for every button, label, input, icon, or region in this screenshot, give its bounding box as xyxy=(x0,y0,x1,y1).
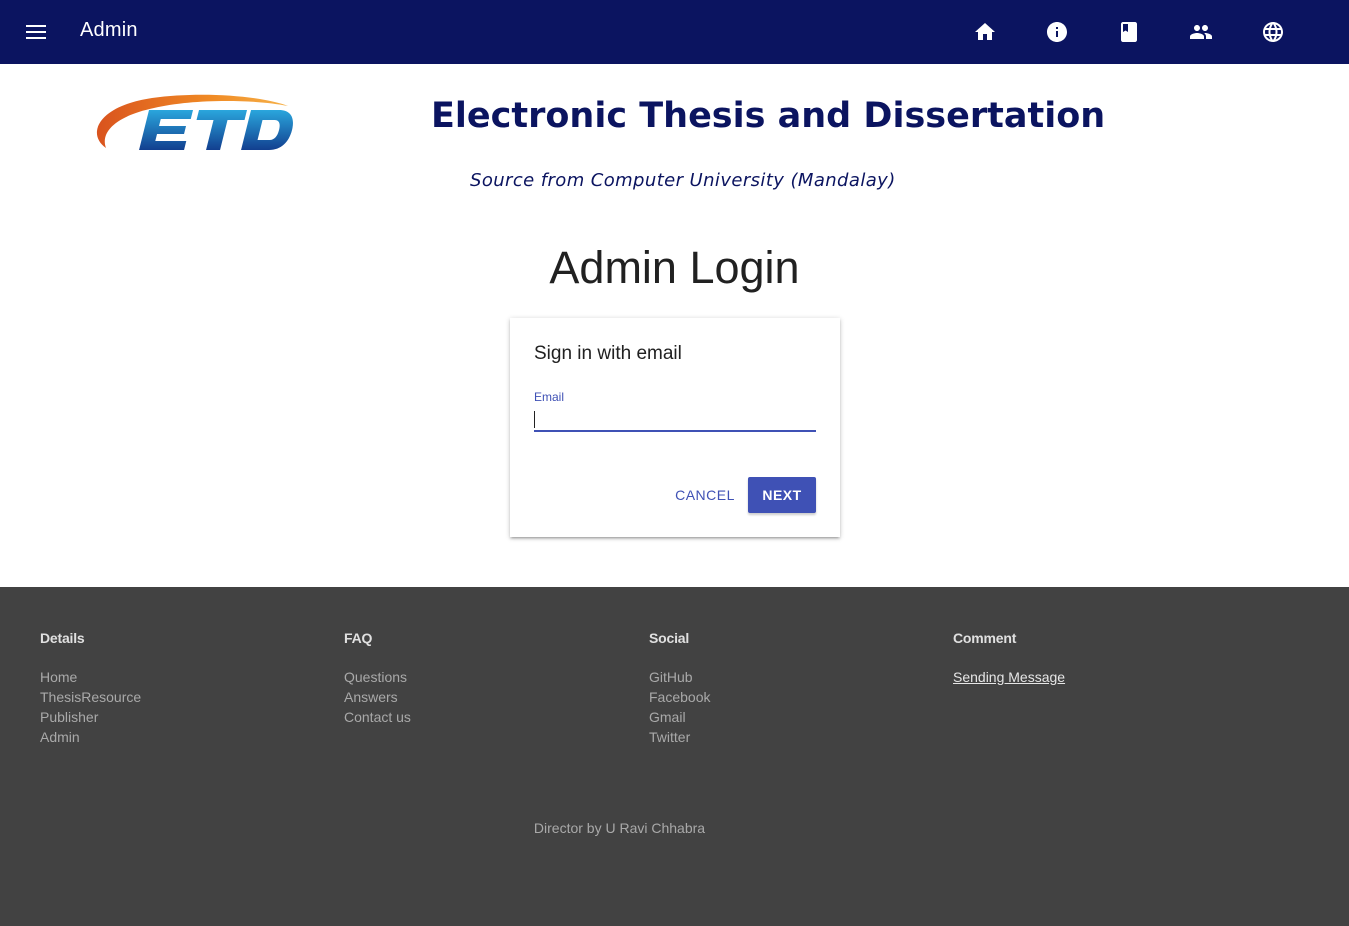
top-app-bar: Admin xyxy=(0,0,1349,64)
site-title: Electronic Thesis and Dissertation xyxy=(431,96,1106,136)
login-card-title: Sign in with email xyxy=(534,343,682,364)
footer-link-sending-message[interactable]: Sending Message xyxy=(953,667,1065,687)
site-subtitle: Source from Computer University (Mandala… xyxy=(470,170,896,191)
next-button[interactable]: NEXT xyxy=(748,477,816,513)
footer-link-twitter[interactable]: Twitter xyxy=(649,727,710,747)
footer-heading: Social xyxy=(649,630,690,646)
footer-link-gmail[interactable]: Gmail xyxy=(649,707,710,727)
footer-link-facebook[interactable]: Facebook xyxy=(649,687,710,707)
footer-heading: FAQ xyxy=(344,630,373,646)
globe-icon[interactable] xyxy=(1261,20,1285,44)
book-icon[interactable] xyxy=(1117,20,1141,44)
footer-link-thesisresource[interactable]: ThesisResource xyxy=(40,687,141,707)
footer-link-contact[interactable]: Contact us xyxy=(344,707,411,727)
footer-heading: Details xyxy=(40,630,85,646)
people-icon[interactable] xyxy=(1189,20,1213,44)
email-label: Email xyxy=(534,390,565,404)
footer-column-social: Social GitHub Facebook Gmail Twitter xyxy=(649,630,710,747)
text-cursor xyxy=(534,411,535,428)
footer-link-publisher[interactable]: Publisher xyxy=(40,707,141,727)
footer-column-details: Details Home ThesisResource Publisher Ad… xyxy=(40,630,141,747)
app-title: Admin xyxy=(80,19,138,41)
footer-link-github[interactable]: GitHub xyxy=(649,667,710,687)
footer-credit: Director by U Ravi Chhabra xyxy=(533,820,706,836)
page-title: Admin Login xyxy=(549,242,800,293)
footer-heading: Comment xyxy=(953,630,1017,646)
footer-column-comment: Comment Sending Message xyxy=(953,630,1065,687)
home-icon[interactable] xyxy=(973,20,997,44)
menu-icon[interactable] xyxy=(24,20,48,44)
etd-logo xyxy=(92,90,302,162)
footer-link-admin[interactable]: Admin xyxy=(40,727,141,747)
login-card: Sign in with email Email CANCEL NEXT xyxy=(510,318,840,537)
footer-link-answers[interactable]: Answers xyxy=(344,687,411,707)
footer-link-home[interactable]: Home xyxy=(40,667,141,687)
footer: Details Home ThesisResource Publisher Ad… xyxy=(0,587,1349,926)
cancel-button[interactable]: CANCEL xyxy=(671,477,739,513)
info-icon[interactable] xyxy=(1045,20,1069,44)
email-field[interactable] xyxy=(534,408,816,432)
footer-column-faq: FAQ Questions Answers Contact us xyxy=(344,630,411,727)
footer-link-questions[interactable]: Questions xyxy=(344,667,411,687)
